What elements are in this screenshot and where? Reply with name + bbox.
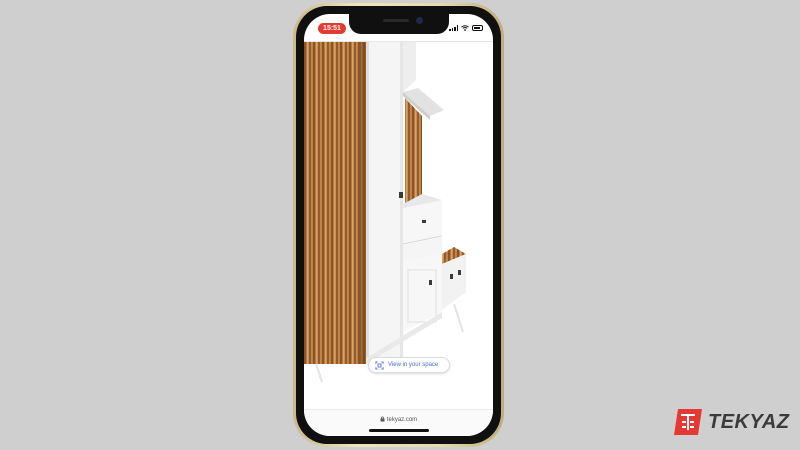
browser-address-bar[interactable]: tekyaz.com [304,409,493,436]
earpiece-speaker [382,19,409,22]
cellular-signal-icon [449,25,458,31]
lock-icon [380,416,385,422]
tekyaz-logo-icon [674,409,702,435]
ar-button-label: View in your space [388,362,439,368]
url-display[interactable]: tekyaz.com [304,416,493,423]
phone-frame: 15:51 View in your space tekyaz.com [293,3,504,447]
brand-name: TEKYAZ [708,410,790,433]
status-icons [449,25,483,31]
front-camera [415,17,423,24]
view-in-your-space-button[interactable]: View in your space [368,357,450,373]
status-time: 15:51 [318,23,346,34]
home-indicator[interactable] [368,429,429,432]
3d-model-viewer[interactable]: View in your space [304,42,493,394]
wifi-icon [461,25,469,31]
phone-screen: 15:51 View in your space tekyaz.com [304,14,493,436]
url-text: tekyaz.com [386,417,418,423]
furniture-model [304,42,466,383]
ar-view-icon [375,360,384,370]
battery-icon [472,25,483,31]
phone-notch [348,14,449,34]
phone-bezel: 15:51 View in your space tekyaz.com [296,6,501,444]
tekyaz-watermark: TEKYAZ [672,407,790,437]
